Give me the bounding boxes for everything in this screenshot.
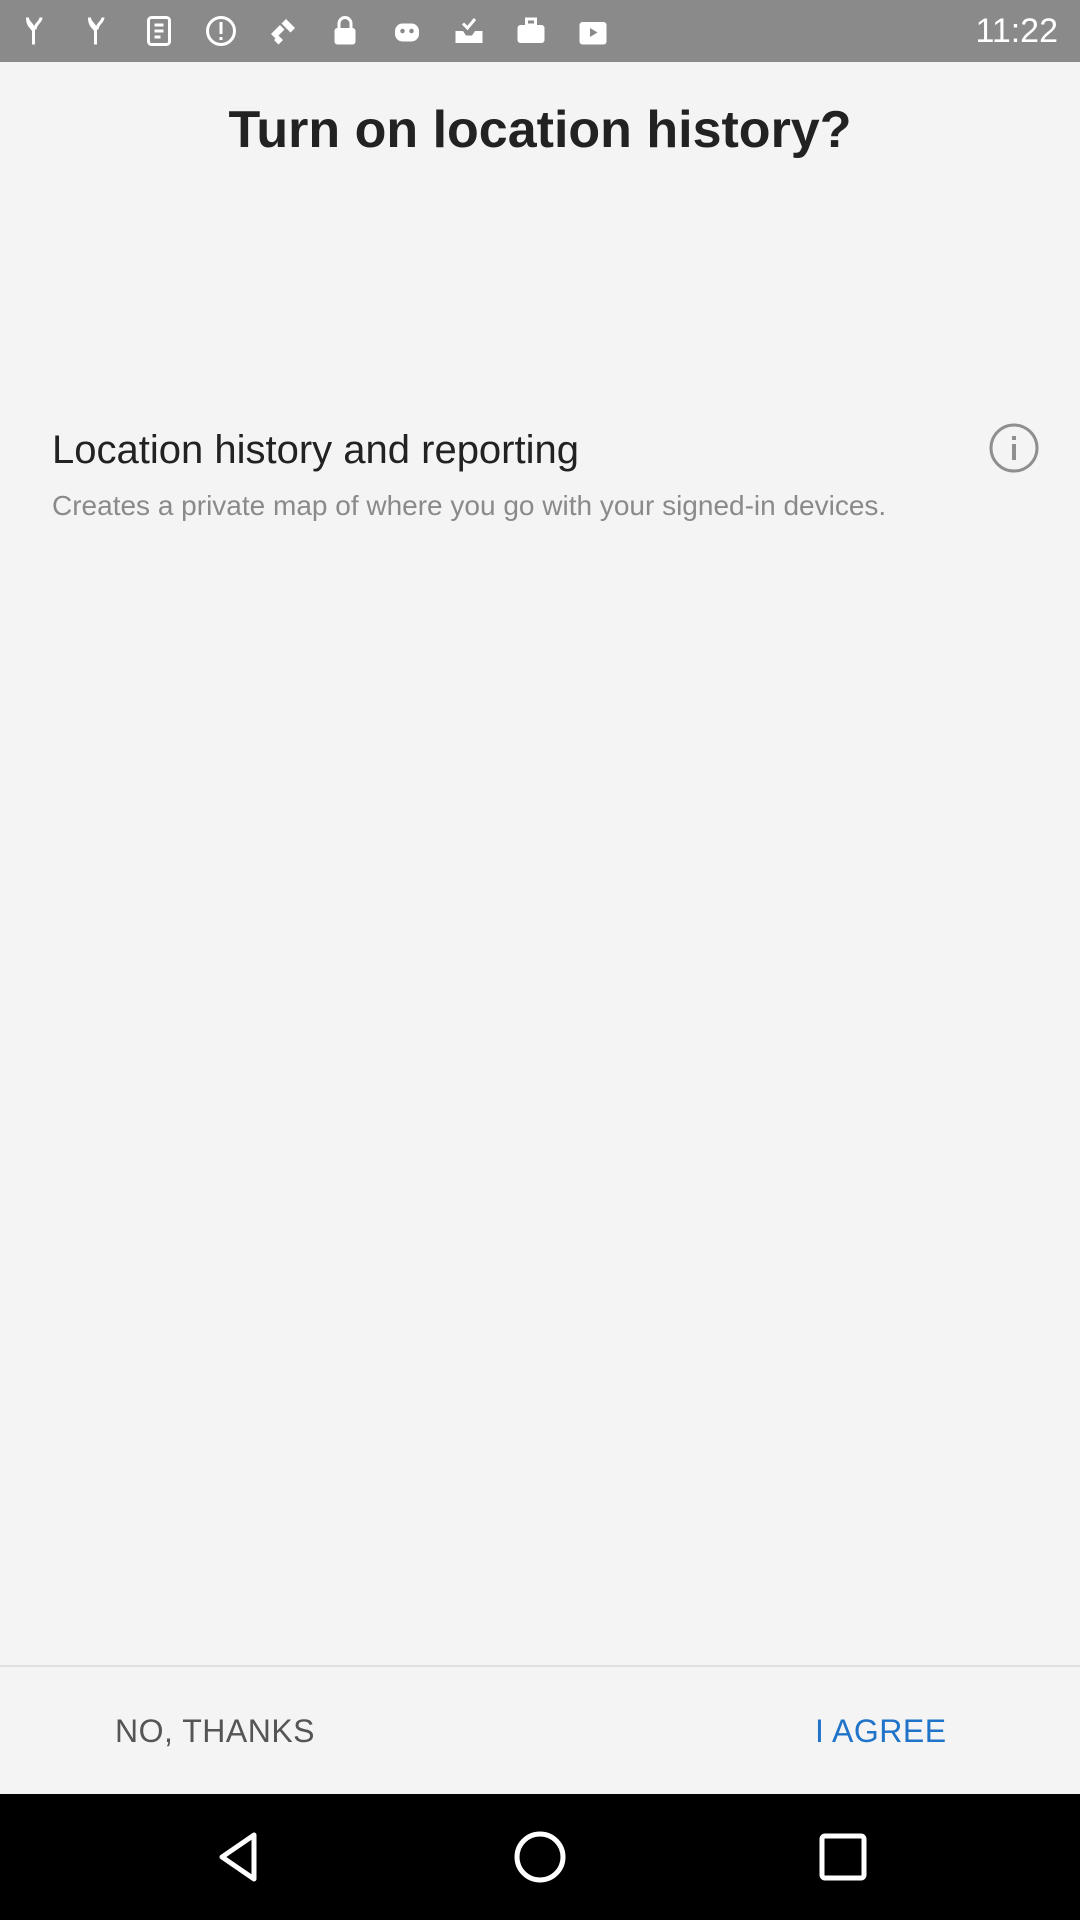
alert-icon xyxy=(200,12,242,50)
download-done-icon xyxy=(448,12,490,50)
status-bar: 11:22 xyxy=(0,0,1080,62)
notification-icon xyxy=(14,12,56,50)
home-icon[interactable] xyxy=(510,1827,570,1887)
notification-icon xyxy=(76,12,118,50)
info-icon[interactable] xyxy=(988,422,1040,474)
setting-description: Creates a private map of where you go wi… xyxy=(52,490,887,521)
setting-title: Location history and reporting xyxy=(52,428,579,472)
dialog-title: Turn on location history? xyxy=(228,101,852,159)
recent-apps-icon[interactable] xyxy=(813,1827,873,1887)
lock-icon xyxy=(324,12,366,50)
satellite-icon xyxy=(262,12,304,50)
notification-icon xyxy=(138,12,180,50)
android-icon xyxy=(386,12,428,50)
back-icon[interactable] xyxy=(210,1827,270,1887)
no-thanks-button[interactable]: NO, THANKS xyxy=(115,1667,315,1796)
location-history-setting[interactable]: Location history and reporting Creates a… xyxy=(52,420,1032,532)
play-store-icon xyxy=(572,12,614,50)
status-bar-icons xyxy=(14,12,614,50)
dialog-actions: NO, THANKS I AGREE xyxy=(0,1665,1080,1796)
i-agree-button[interactable]: I AGREE xyxy=(815,1667,947,1796)
status-time: 11:22 xyxy=(975,12,1058,50)
navigation-bar xyxy=(0,1794,1080,1920)
briefcase-icon xyxy=(510,12,552,50)
